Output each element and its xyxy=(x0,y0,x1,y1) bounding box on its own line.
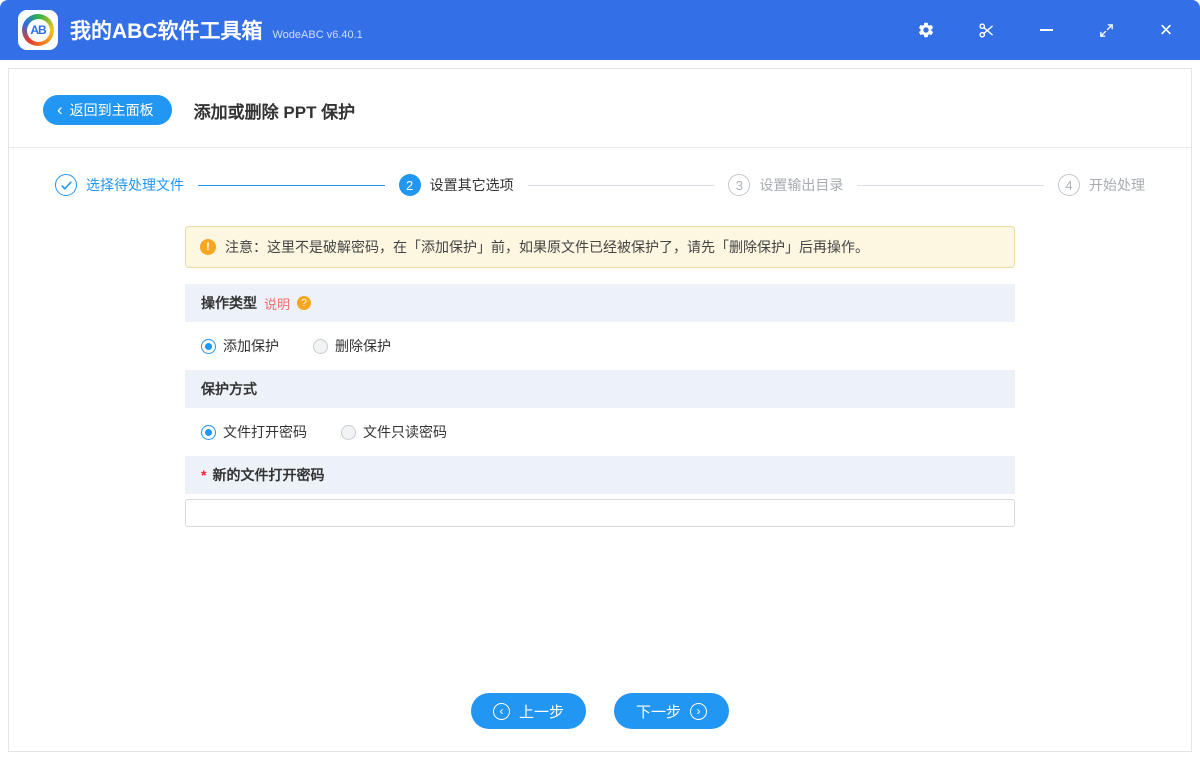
page-header: ‹ 返回到主面板 添加或删除 PPT 保护 xyxy=(9,69,1191,148)
cut-icon[interactable] xyxy=(976,20,996,40)
radio-remove-protection[interactable]: 删除保护 xyxy=(313,336,391,356)
next-button-label: 下一步 xyxy=(636,703,682,721)
required-asterisk: * xyxy=(201,467,207,483)
radio-add-protection-label: 添加保护 xyxy=(223,338,279,354)
step-2-number: 2 xyxy=(398,174,421,196)
question-icon[interactable]: ? xyxy=(297,296,312,310)
protection-method-options: 文件打开密码 文件只读密码 xyxy=(185,408,1015,456)
step-connector-3 xyxy=(857,184,1045,186)
step-1-label: 选择待处理文件 xyxy=(86,177,184,193)
notice-text: 注意：这里不是破解密码，在「添加保护」前，如果原文件已经被保护了，请先「删除保护… xyxy=(225,239,869,255)
step-2-set-options: 2 设置其它选项 xyxy=(398,174,514,196)
radio-on-icon xyxy=(201,424,216,440)
prev-button-label: 上一步 xyxy=(518,703,564,721)
titlebar: AB 我的ABC软件工具箱 WodeABC v6.40.1 × xyxy=(0,0,1200,60)
radio-readonly-password-label: 文件只读密码 xyxy=(363,424,447,440)
step-connector-1 xyxy=(198,184,385,186)
operation-type-title: 操作类型 xyxy=(201,295,257,311)
step-connector-2 xyxy=(527,184,715,186)
back-button-label: 返回到主面板 xyxy=(69,102,154,118)
main-panel: ‹ 返回到主面板 添加或删除 PPT 保护 选择待处理文件 2 设置其它选项 3… xyxy=(8,68,1192,752)
step-3-label: 设置输出目录 xyxy=(759,177,844,193)
section-new-password: * 新的文件打开密码 xyxy=(185,456,1015,494)
warning-icon: ! xyxy=(200,239,216,255)
app-logo: AB xyxy=(18,10,58,50)
step-4-label: 开始处理 xyxy=(1089,177,1146,193)
section-protection-method: 保护方式 xyxy=(185,370,1015,408)
app-title: 我的ABC软件工具箱 xyxy=(70,20,263,43)
titlebar-titles: 我的ABC软件工具箱 WodeABC v6.40.1 xyxy=(70,15,363,45)
step-1-select-files: 选择待处理文件 xyxy=(55,174,184,196)
chevron-right-circle-icon: › xyxy=(690,702,708,720)
step-3-output-dir: 3 设置输出目录 xyxy=(728,174,843,196)
step-2-label: 设置其它选项 xyxy=(429,177,514,193)
help-link[interactable]: 说明 xyxy=(264,294,290,313)
radio-remove-protection-label: 删除保护 xyxy=(335,338,391,354)
radio-off-icon xyxy=(313,338,328,354)
minimize-icon[interactable] xyxy=(1036,20,1056,40)
chevron-left-circle-icon: ‹ xyxy=(492,702,510,720)
settings-icon[interactable] xyxy=(916,20,936,40)
footer-actions: ‹ 上一步 下一步 › xyxy=(9,693,1191,751)
step-4-start: 4 开始处理 xyxy=(1058,174,1145,196)
radio-readonly-password[interactable]: 文件只读密码 xyxy=(341,422,447,442)
radio-off-icon xyxy=(341,424,356,440)
notice-banner: ! 注意：这里不是破解密码，在「添加保护」前，如果原文件已经被保护了，请先「删除… xyxy=(185,226,1015,268)
new-password-title: 新的文件打开密码 xyxy=(212,467,325,483)
content-column: ! 注意：这里不是破解密码，在「添加保护」前，如果原文件已经被保护了，请先「删除… xyxy=(185,196,1015,527)
next-button[interactable]: 下一步 › xyxy=(614,693,730,729)
logo-letters: AB xyxy=(26,18,50,42)
prev-button[interactable]: ‹ 上一步 xyxy=(470,693,586,729)
radio-on-icon xyxy=(201,338,216,354)
close-icon[interactable]: × xyxy=(1156,19,1176,41)
protection-method-title: 保护方式 xyxy=(201,381,257,397)
app-version: WodeABC v6.40.1 xyxy=(272,29,363,41)
radio-open-password[interactable]: 文件打开密码 xyxy=(201,422,307,442)
resize-icon[interactable] xyxy=(1096,20,1116,40)
step-3-number: 3 xyxy=(728,174,751,196)
back-button[interactable]: ‹ 返回到主面板 xyxy=(43,95,172,125)
radio-add-protection[interactable]: 添加保护 xyxy=(201,336,279,356)
operation-type-options: 添加保护 删除保护 xyxy=(185,322,1015,370)
logo-ring: AB xyxy=(22,14,54,46)
titlebar-actions: × xyxy=(916,19,1176,41)
page-title: 添加或删除 PPT 保护 xyxy=(193,102,356,122)
password-input[interactable] xyxy=(185,499,1015,527)
step-4-number: 4 xyxy=(1058,174,1081,196)
chevron-left-icon: ‹ xyxy=(57,99,63,119)
section-operation-type: 操作类型 说明 ? xyxy=(185,284,1015,322)
step-indicator: 选择待处理文件 2 设置其它选项 3 设置输出目录 4 开始处理 xyxy=(9,148,1191,196)
app-window: AB 我的ABC软件工具箱 WodeABC v6.40.1 × ‹ 返回到主面板… xyxy=(0,0,1200,760)
step-1-check-icon xyxy=(55,174,77,196)
radio-open-password-label: 文件打开密码 xyxy=(223,424,307,440)
